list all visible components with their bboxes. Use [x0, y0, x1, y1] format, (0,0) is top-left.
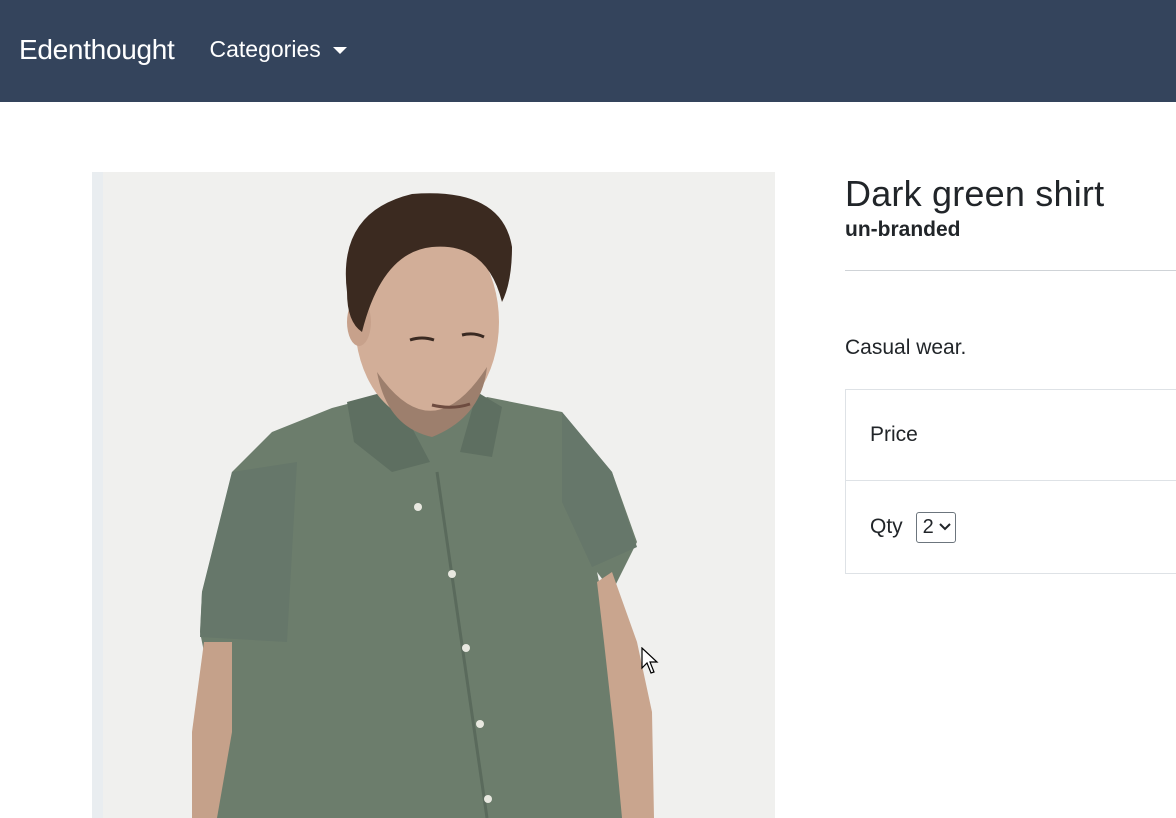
categories-dropdown[interactable]: Categories	[210, 36, 347, 63]
price-label: Price	[870, 423, 918, 446]
chevron-down-icon	[939, 520, 951, 534]
product-description: Casual wear.	[845, 336, 967, 359]
product-brand: un-branded	[845, 218, 961, 241]
price-row: Price	[846, 390, 1176, 481]
navbar: Edenthought Categories	[0, 0, 1176, 102]
mouse-pointer-icon	[641, 647, 659, 674]
divider	[845, 270, 1176, 271]
qty-value: 2	[922, 515, 934, 538]
product-details: Dark green shirt un-branded Casual wear.…	[845, 172, 1176, 574]
categories-label: Categories	[209, 35, 321, 62]
product-photo	[103, 172, 775, 818]
qty-label: Qty	[870, 515, 903, 538]
qty-row: Qty 2	[846, 481, 1176, 573]
brand-link[interactable]: Edenthought	[19, 34, 175, 66]
purchase-box: Price Qty 2	[845, 389, 1176, 574]
caret-down-icon	[332, 46, 347, 54]
product-image	[92, 172, 775, 818]
qty-select[interactable]: 2	[915, 511, 956, 543]
product-title: Dark green shirt	[845, 173, 1105, 214]
